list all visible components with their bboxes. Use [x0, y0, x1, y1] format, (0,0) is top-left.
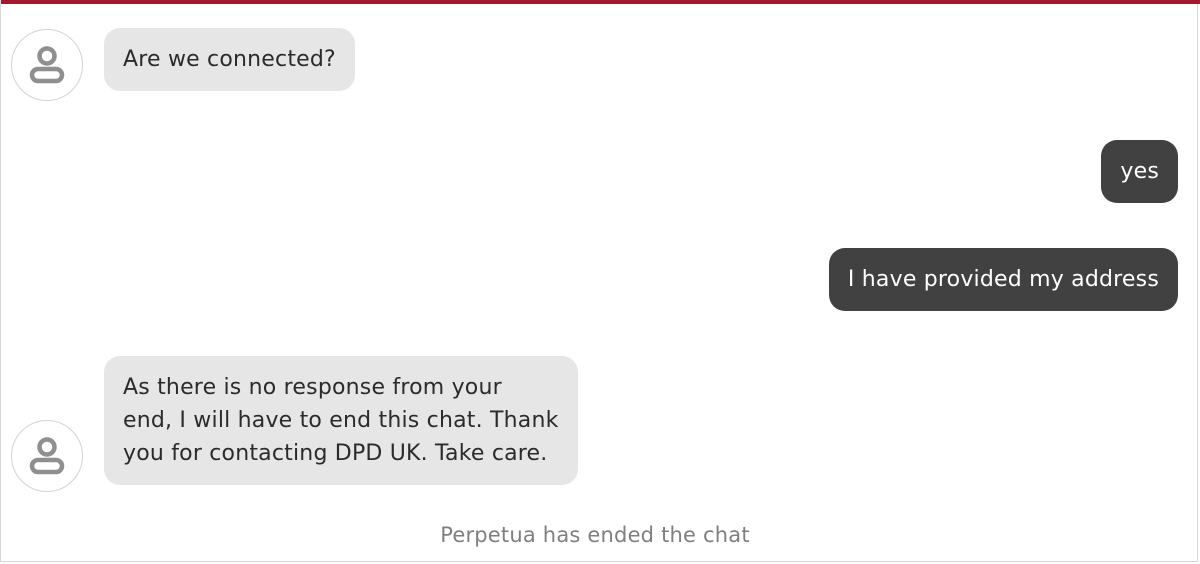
message-text: you for contacting DPD UK. Take care. — [123, 441, 548, 466]
agent-message-bubble: Are we connected? — [104, 28, 355, 91]
message-text: yes — [1120, 159, 1159, 184]
agent-avatar — [11, 29, 83, 101]
user-message-bubble: I have provided my address — [828, 248, 1178, 311]
message-text: end, I will have to end this chat. Thank — [123, 408, 559, 433]
user-icon — [25, 43, 69, 87]
agent-message-bubble: As there is no response from your end, I… — [104, 356, 578, 485]
top-accent-bar — [1, 0, 1200, 4]
chat-ended-notice: Perpetua has ended the chat — [440, 523, 750, 547]
user-icon — [25, 434, 69, 478]
chat-window: Are we connected? yes I have provided my… — [0, 0, 1200, 562]
message-text: I have provided my address — [847, 267, 1159, 292]
message-text: Are we connected? — [123, 47, 336, 72]
agent-avatar — [11, 420, 83, 492]
user-message-bubble: yes — [1101, 140, 1178, 203]
message-text: As there is no response from your — [123, 375, 502, 400]
